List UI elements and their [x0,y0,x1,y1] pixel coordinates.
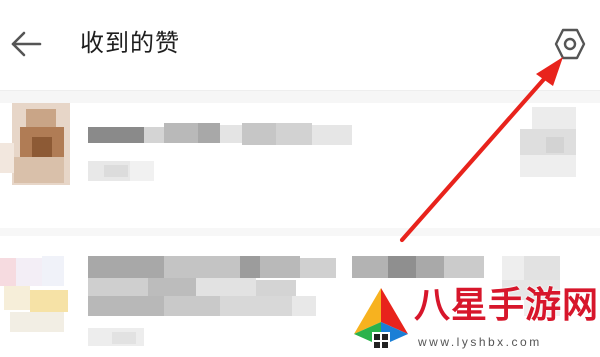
watermark-brand: 八星手游网 [414,285,600,326]
page-title: 收到的赞 [80,29,180,57]
list-divider [0,228,600,236]
settings-button[interactable] [548,22,592,66]
top-bar: 收到的赞 [0,0,600,88]
watermark: 八星手游网 www.lyshbx.com [350,282,600,357]
hexagon-settings-icon [554,28,586,60]
watermark-logo [354,288,408,350]
list-item[interactable] [0,103,600,223]
section-gap [0,91,600,103]
watermark-url: www.lyshbx.com [418,335,542,349]
arrow-left-icon [11,31,42,57]
back-button[interactable] [4,22,48,66]
